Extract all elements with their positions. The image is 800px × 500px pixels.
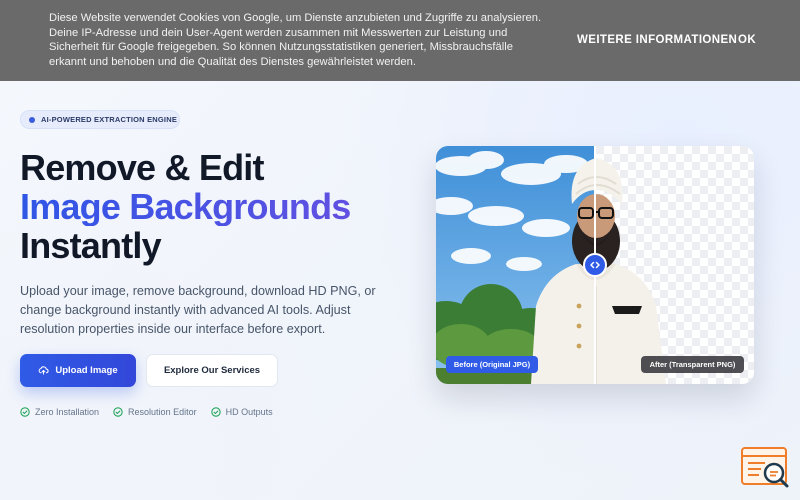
- headline-line-3: Instantly: [20, 225, 162, 266]
- before-after-comparison[interactable]: Before (Original JPG) After (Transparent…: [436, 146, 754, 384]
- comparison-slider-handle[interactable]: [583, 253, 607, 277]
- badge-label: AI-POWERED EXTRACTION ENGINE: [41, 115, 178, 124]
- headline-line-2: Image Backgrounds: [20, 187, 420, 226]
- cloud-upload-icon: [38, 366, 49, 375]
- help-widget-button[interactable]: [741, 446, 791, 490]
- code-arrows-icon: [590, 261, 600, 269]
- before-label-badge: Before (Original JPG): [446, 356, 538, 373]
- upload-image-button[interactable]: Upload Image: [20, 354, 136, 387]
- explore-services-label: Explore Our Services: [163, 365, 261, 376]
- cookie-ok-button[interactable]: OK: [738, 34, 756, 46]
- badge-dot-icon: [29, 116, 35, 123]
- feature-label: HD Outputs: [225, 407, 273, 417]
- feature-label: Resolution Editor: [128, 407, 197, 417]
- headline-line-1: Remove & Edit: [20, 147, 264, 188]
- search-document-icon: [741, 447, 789, 488]
- cookie-notice-text: Diese Website verwendet Cookies von Goog…: [49, 12, 542, 68]
- check-circle-icon: [113, 407, 123, 417]
- check-circle-icon: [20, 407, 30, 417]
- hero-badge: AI-POWERED EXTRACTION ENGINE: [20, 110, 180, 129]
- upload-image-label: Upload Image: [55, 365, 118, 376]
- cookie-banner: Diese Website verwendet Cookies von Goog…: [0, 0, 800, 81]
- feature-item: HD Outputs: [210, 407, 273, 417]
- page-title: Remove & Edit Image Backgrounds Instantl…: [20, 148, 420, 265]
- explore-services-button[interactable]: Explore Our Services: [146, 354, 278, 387]
- more-info-link[interactable]: WEITERE INFORMATIONEN: [577, 34, 737, 46]
- feature-label: Zero Installation: [35, 407, 100, 417]
- after-label-badge: After (Transparent PNG): [641, 356, 744, 373]
- check-circle-icon: [210, 407, 221, 417]
- hero-subtitle: Upload your image, remove background, do…: [20, 284, 376, 336]
- feature-list: Zero Installation Resolution Editor HD O…: [20, 407, 273, 417]
- feature-item: Zero Installation: [20, 407, 99, 417]
- feature-item: Resolution Editor: [113, 407, 197, 417]
